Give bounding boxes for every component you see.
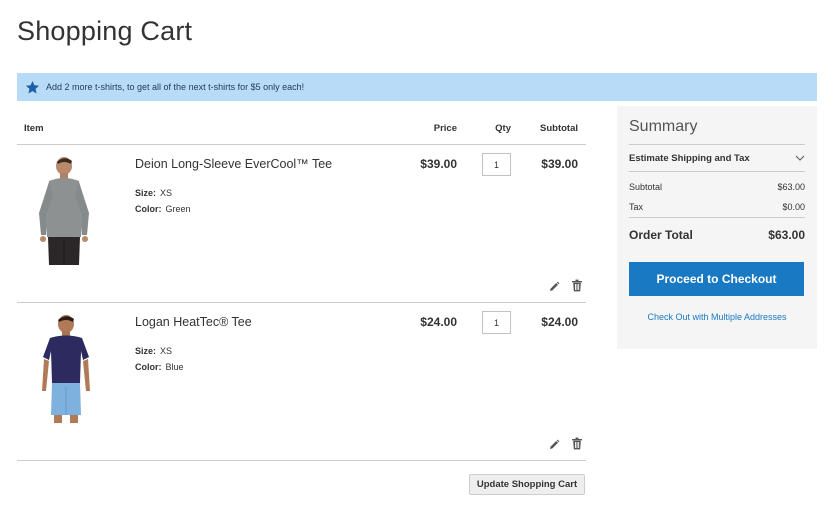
multiple-addresses-link[interactable]: Check Out with Multiple Addresses	[629, 312, 805, 322]
tax-value: $0.00	[782, 202, 805, 212]
header-qty: Qty	[495, 123, 511, 134]
item-price: $39.00	[420, 157, 457, 171]
table-row: Deion Long-Sleeve EverCool™ Tee Size: XS …	[17, 145, 586, 303]
subtotal-label: Subtotal	[629, 182, 663, 192]
item-subtotal: $24.00	[541, 315, 578, 329]
size-label: Size:	[135, 346, 157, 356]
order-total-label: Order Total	[629, 228, 693, 242]
color-value: Blue	[165, 362, 184, 372]
table-row: Logan HeatTec® Tee Size: XS Color: Blue $2…	[17, 303, 586, 461]
cart-table: Item Price Qty Subtotal Deion Long-Sleev…	[17, 113, 586, 461]
tax-line: Tax $0.00	[629, 202, 805, 218]
page-title: Shopping Cart	[17, 16, 193, 46]
item-price: $24.00	[420, 315, 457, 329]
order-summary: Summary Estimate Shipping and Tax Subtot…	[617, 106, 817, 349]
item-subtotal: $39.00	[541, 157, 578, 171]
order-total-value: $63.00	[768, 228, 805, 242]
size-value: XS	[160, 188, 173, 198]
subtotal-line: Subtotal $63.00	[629, 182, 805, 192]
color-label: Color:	[135, 362, 162, 372]
chevron-down-icon	[795, 153, 805, 164]
header-price: Price	[433, 123, 457, 134]
trash-icon[interactable]	[571, 437, 583, 450]
subtotal-value: $63.00	[777, 182, 805, 192]
pencil-icon[interactable]	[548, 438, 560, 450]
promo-banner: Add 2 more t-shirts, to get all of the n…	[17, 73, 817, 101]
product-image-logan[interactable]	[31, 313, 101, 423]
product-options: Size: XS Color: Green	[135, 185, 191, 217]
order-total-line: Order Total $63.00	[629, 228, 805, 242]
product-options: Size: XS Color: Blue	[135, 343, 184, 375]
product-image-deion[interactable]	[31, 155, 101, 265]
update-cart-button[interactable]: Update Shopping Cart	[469, 474, 585, 495]
header-subtotal: Subtotal	[540, 123, 578, 134]
color-value: Green	[165, 204, 191, 214]
tax-label: Tax	[629, 202, 644, 212]
quantity-input[interactable]: 1	[482, 153, 511, 176]
estimate-shipping-toggle[interactable]: Estimate Shipping and Tax	[629, 144, 805, 172]
trash-icon[interactable]	[571, 279, 583, 292]
star-icon	[24, 79, 40, 95]
promo-text: Add 2 more t-shirts, to get all of the n…	[46, 82, 305, 92]
estimate-shipping-label: Estimate Shipping and Tax	[629, 152, 750, 164]
header-item: Item	[24, 123, 44, 134]
quantity-input[interactable]: 1	[482, 311, 511, 334]
table-header: Item Price Qty Subtotal	[17, 113, 586, 145]
product-name[interactable]: Logan HeatTec® Tee	[135, 315, 252, 329]
pencil-icon[interactable]	[548, 280, 560, 292]
size-value: XS	[160, 346, 173, 356]
summary-title: Summary	[629, 118, 698, 135]
color-label: Color:	[135, 204, 162, 214]
size-label: Size:	[135, 188, 157, 198]
product-name[interactable]: Deion Long-Sleeve EverCool™ Tee	[135, 157, 332, 171]
proceed-to-checkout-button[interactable]: Proceed to Checkout	[629, 262, 804, 296]
